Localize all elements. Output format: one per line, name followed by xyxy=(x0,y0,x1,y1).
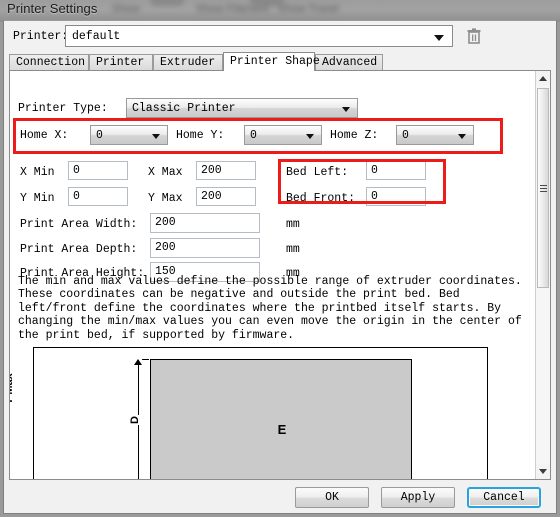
y-max-label: Y Max xyxy=(148,192,183,205)
home-x-value: 0 xyxy=(96,129,103,142)
ghost-text-1: Show xyxy=(112,3,140,15)
printer-shape-panel: Printer Type: Classic Printer Home X: 0 … xyxy=(9,70,551,480)
print-area-width-input[interactable]: 200 xyxy=(150,213,260,233)
bed-front-input[interactable]: 0 xyxy=(366,187,426,206)
description-text: The min and max values define the possib… xyxy=(18,275,522,342)
home-y-label: Home Y: xyxy=(176,129,225,142)
window-title: Printer Settings xyxy=(7,1,98,16)
home-z-label: Home Z: xyxy=(330,129,379,142)
y-max-input[interactable]: 200 xyxy=(196,187,256,206)
y-min-input[interactable]: 0 xyxy=(68,187,128,206)
print-area-depth-label: Print Area Depth: xyxy=(20,243,138,256)
diagram-frame: D E xyxy=(33,347,488,479)
delete-printer-button[interactable] xyxy=(464,26,484,46)
home-z-value: 0 xyxy=(402,129,409,142)
chevron-down-icon xyxy=(434,35,444,41)
tab-printer[interactable]: Printer xyxy=(89,54,153,71)
depth-tick xyxy=(142,359,149,360)
ok-button[interactable]: OK xyxy=(295,487,369,508)
printer-shape-diagram: Y Max D E xyxy=(10,347,514,479)
cancel-button[interactable]: Cancel xyxy=(467,487,541,508)
printer-select[interactable]: default xyxy=(65,25,453,47)
dialog-footer: OK Apply Cancel xyxy=(4,481,556,513)
scroll-down-button[interactable] xyxy=(536,464,550,479)
x-min-value: 0 xyxy=(73,164,80,177)
print-area-depth-value: 200 xyxy=(155,241,176,254)
ghost-text-2: Show Filament xyxy=(196,3,269,15)
caret-up-icon xyxy=(539,76,547,81)
panel-scrollbar[interactable] xyxy=(535,71,550,479)
print-area-width-label: Print Area Width: xyxy=(20,218,138,231)
grip-icon xyxy=(540,185,547,186)
print-area-width-value: 200 xyxy=(155,216,176,229)
x-max-input[interactable]: 200 xyxy=(196,161,256,180)
chevron-down-icon xyxy=(458,134,466,139)
printer-type-select[interactable]: Classic Printer xyxy=(126,98,358,118)
printer-settings-dialog: Printer: default Connection Printer Extr… xyxy=(3,20,557,514)
chevron-down-icon xyxy=(152,134,160,139)
diagram-bed-label: E xyxy=(277,422,287,437)
ghost-text-3: Show Travel xyxy=(278,3,339,15)
home-y-value: 0 xyxy=(250,129,257,142)
diagram-depth-label: D xyxy=(128,415,141,425)
tab-printer-shape[interactable]: Printer Shape xyxy=(223,52,320,71)
home-x-label: Home X: xyxy=(20,129,69,142)
print-bed-rect: E xyxy=(150,359,412,479)
bed-left-input[interactable]: 0 xyxy=(366,161,426,180)
print-area-width-unit: mm xyxy=(286,218,300,231)
print-area-depth-unit: mm xyxy=(286,243,300,256)
apply-button[interactable]: Apply xyxy=(381,487,455,508)
chevron-down-icon xyxy=(342,107,350,112)
home-y-select[interactable]: 0 xyxy=(244,125,322,145)
y-min-label: Y Min xyxy=(20,192,55,205)
printer-type-label: Printer Type: xyxy=(18,102,108,115)
tab-advanced[interactable]: Advanced xyxy=(315,54,383,71)
x-max-value: 200 xyxy=(201,164,222,177)
printer-type-value: Classic Printer xyxy=(132,102,236,115)
x-min-input[interactable]: 0 xyxy=(68,161,128,180)
caret-down-icon xyxy=(539,469,547,474)
home-x-select[interactable]: 0 xyxy=(90,125,168,145)
print-area-depth-input[interactable]: 200 xyxy=(150,238,260,258)
y-min-value: 0 xyxy=(73,190,80,203)
scrollbar-thumb[interactable] xyxy=(537,88,549,288)
x-max-label: X Max xyxy=(148,166,183,179)
home-z-select[interactable]: 0 xyxy=(396,125,474,145)
bed-left-label: Bed Left: xyxy=(286,166,349,179)
bed-front-label: Bed Front: xyxy=(286,192,356,205)
x-min-label: X Min xyxy=(20,166,55,179)
printer-selector-row: Printer: default xyxy=(4,21,556,52)
bed-front-value: 0 xyxy=(371,190,378,203)
bed-left-value: 0 xyxy=(371,164,378,177)
scroll-up-button[interactable] xyxy=(536,71,550,86)
tab-extruder[interactable]: Extruder xyxy=(153,54,223,71)
trash-icon xyxy=(467,28,481,44)
printer-select-value: default xyxy=(72,30,121,43)
printer-label: Printer: xyxy=(13,30,69,43)
chevron-down-icon xyxy=(306,134,314,139)
diagram-ymax-label: Y Max xyxy=(9,373,15,405)
y-max-value: 200 xyxy=(201,190,222,203)
tab-connection[interactable]: Connection xyxy=(9,54,89,71)
